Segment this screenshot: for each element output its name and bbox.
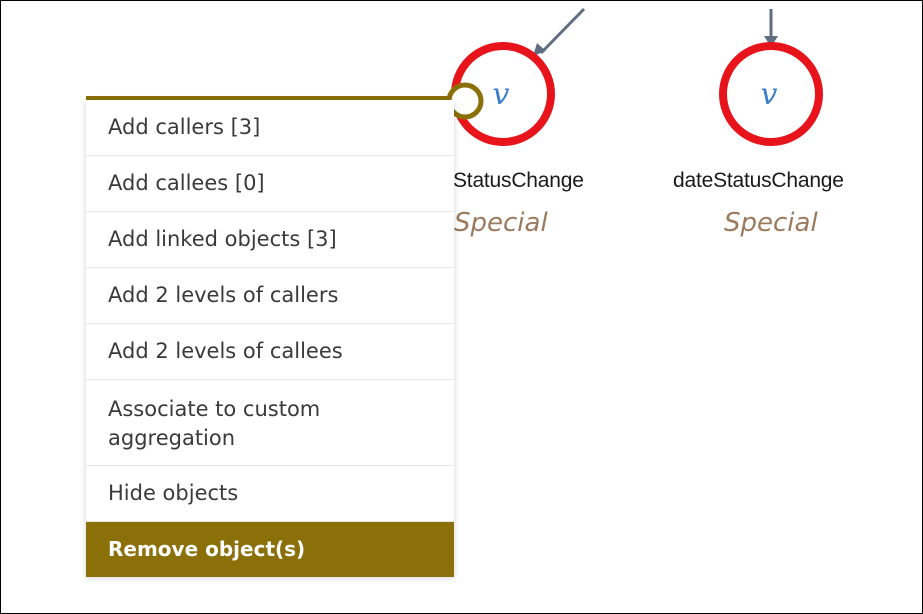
context-menu: Add callers [3] Add callees [0] Add link… [86,100,454,577]
node-1-label: StatusChange [453,169,584,192]
variable-icon: v [761,77,778,112]
menu-item-add-callees[interactable]: Add callees [0] [86,156,454,212]
menu-item-add-callers[interactable]: Add callers [3] [86,100,454,156]
menu-item-add-linked-objects[interactable]: Add linked objects [3] [86,212,454,268]
variable-icon: v [493,77,510,112]
menu-item-add-2-levels-callers[interactable]: Add 2 levels of callers [86,268,454,324]
menu-item-hide-objects[interactable]: Hide objects [86,466,454,522]
node-1-type: Special [454,208,548,238]
node-2-label: dateStatusChange [673,169,844,192]
node-2[interactable]: v [719,42,823,146]
graph-canvas[interactable]: v v StatusChange Special dateStatusChang… [0,0,923,614]
node-2-type: Special [724,208,818,238]
edge-to-node-1 [533,7,586,56]
menu-item-remove-objects[interactable]: Remove object(s) [86,522,454,577]
menu-item-associate-aggregation[interactable]: Associate to custom aggregation [86,380,454,466]
menu-item-add-2-levels-callees[interactable]: Add 2 levels of callees [86,324,454,380]
edge-to-node-2 [764,9,778,47]
